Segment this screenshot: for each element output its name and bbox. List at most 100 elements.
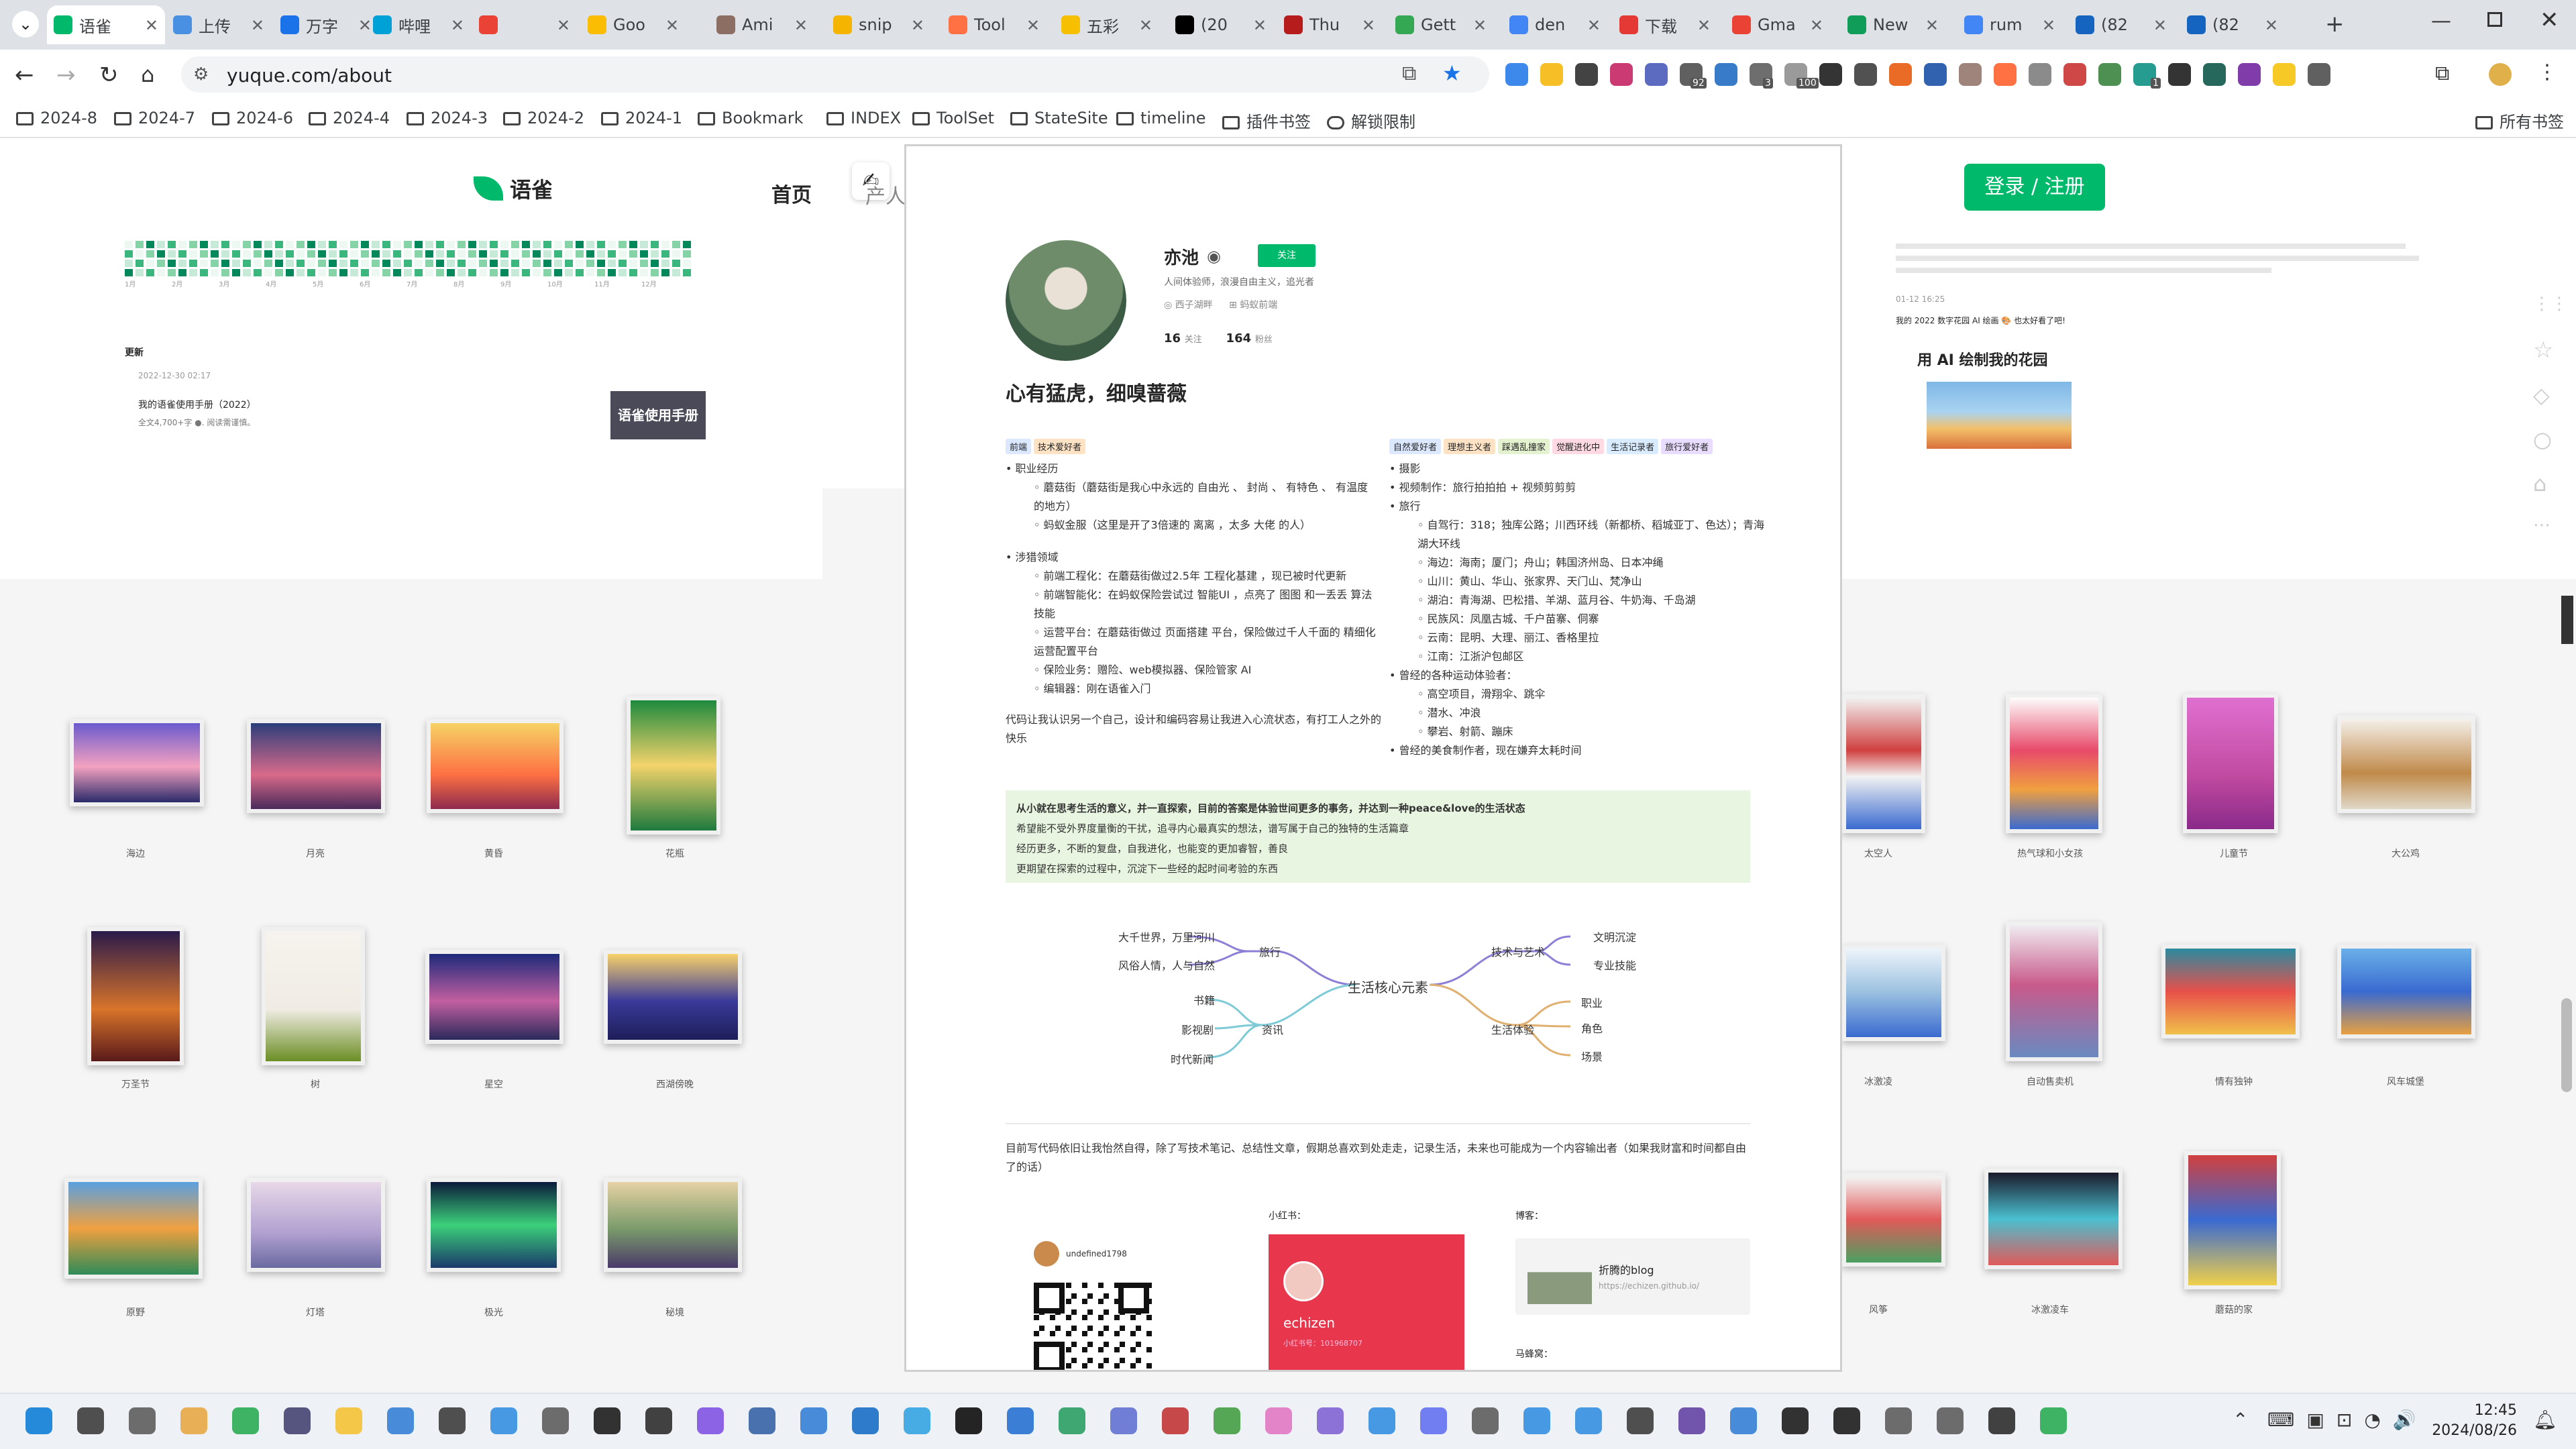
painting-right-0[interactable] xyxy=(1842,694,1925,833)
bookmark-10[interactable]: StateSite xyxy=(1010,109,1108,127)
taskbar-app-icon-5[interactable] xyxy=(284,1407,311,1434)
tab-15[interactable]: Gma ✕ xyxy=(1725,5,1830,44)
bookmark-0[interactable]: 2024-8 xyxy=(16,109,97,127)
taskbar-app-icon-14[interactable] xyxy=(749,1407,775,1434)
painting-right-1[interactable] xyxy=(2006,694,2102,833)
doc-title[interactable]: 我的语雀使用手册（2022） xyxy=(138,398,256,411)
extension-icon-22[interactable] xyxy=(2273,63,2296,86)
painting-left-10[interactable] xyxy=(427,1178,561,1272)
extension-icon-6[interactable] xyxy=(1715,63,1737,86)
extension-icon-2[interactable] xyxy=(1575,63,1598,86)
taskbar-app-icon-18[interactable] xyxy=(955,1407,982,1434)
home-button[interactable]: ⌂ xyxy=(141,62,154,87)
taskbar-app-icon-30[interactable] xyxy=(1575,1407,1602,1434)
tab-17[interactable]: rum ✕ xyxy=(1957,5,2062,44)
chrome-menu-icon[interactable]: ⋮ xyxy=(2537,60,2557,84)
bookmark-7[interactable]: Bookmark xyxy=(698,109,804,127)
taskbar-app-icon-24[interactable] xyxy=(1265,1407,1292,1434)
extension-icon-12[interactable] xyxy=(1924,63,1947,86)
tab-2[interactable]: 万字 ✕ xyxy=(274,5,378,44)
taskbar-app-icon-35[interactable] xyxy=(1833,1407,1860,1434)
taskbar-app-icon-28[interactable] xyxy=(1472,1407,1499,1434)
minimize-button[interactable]: — xyxy=(2431,9,2451,33)
tab-0[interactable]: 语雀 ✕ xyxy=(47,5,165,44)
painting-left-7[interactable] xyxy=(604,950,742,1044)
login-register-button[interactable]: 登录 / 注册 xyxy=(1964,164,2105,211)
tab-close-icon[interactable]: ✕ xyxy=(665,16,679,35)
tab-close-icon[interactable]: ✕ xyxy=(794,16,808,35)
extension-icon-19[interactable] xyxy=(2168,63,2191,86)
extension-icon-23[interactable] xyxy=(2308,63,2330,86)
taskbar-app-icon-11[interactable] xyxy=(594,1407,621,1434)
painting-right-3[interactable] xyxy=(2337,715,2475,813)
tab-close-icon[interactable]: ✕ xyxy=(1697,16,1711,35)
tab-5[interactable]: Goo ✕ xyxy=(581,5,686,44)
all-bookmarks[interactable]: 所有书签 xyxy=(2475,109,2564,132)
nav-partial[interactable]: 产人 xyxy=(865,180,906,209)
yuque-logo[interactable]: 语雀 xyxy=(474,173,553,204)
painting-right-8[interactable] xyxy=(1842,1173,1945,1267)
blog-card[interactable]: 折腾的blog https://echizen.github.io/ xyxy=(1515,1238,1750,1315)
home-icon[interactable]: ⌂ xyxy=(2533,471,2560,496)
comment-icon[interactable]: ○ xyxy=(2533,427,2560,452)
tab-close-icon[interactable]: ✕ xyxy=(1925,16,1939,35)
extension-icon-15[interactable] xyxy=(2029,63,2051,86)
bookmark-5[interactable]: 2024-2 xyxy=(503,109,584,127)
painting-left-4[interactable] xyxy=(87,927,184,1065)
taskbar-app-icon-0[interactable] xyxy=(25,1407,52,1434)
taskbar-app-icon-2[interactable] xyxy=(129,1407,156,1434)
taskbar-app-icon-31[interactable] xyxy=(1627,1407,1654,1434)
install-app-icon[interactable]: ⧉ xyxy=(1402,62,1416,85)
tab-close-icon[interactable]: ✕ xyxy=(2265,16,2278,35)
taskbar-app-icon-33[interactable] xyxy=(1730,1407,1757,1434)
followers-count[interactable]: 164 xyxy=(1226,331,1252,345)
tray-chevron-icon[interactable]: ⌃ xyxy=(2233,1409,2248,1431)
tab-12[interactable]: Gett ✕ xyxy=(1389,5,1493,44)
tab-close-icon[interactable]: ✕ xyxy=(2153,16,2167,35)
tab-1[interactable]: 上传 ✕ xyxy=(166,5,271,44)
taskbar-app-icon-13[interactable] xyxy=(697,1407,724,1434)
star-icon[interactable]: ☆ xyxy=(2533,337,2560,364)
bookmark-star-icon[interactable]: ★ xyxy=(1442,60,1462,86)
taskbar-app-icon-26[interactable] xyxy=(1368,1407,1395,1434)
tab-19[interactable]: (82 ✕ xyxy=(2180,5,2285,44)
extension-icon-3[interactable] xyxy=(1610,63,1633,86)
taskbar-app-icon-23[interactable] xyxy=(1214,1407,1240,1434)
bookmark-9[interactable]: ToolSet xyxy=(912,109,994,127)
page-scrollbar[interactable] xyxy=(2561,998,2572,1092)
taskbar-app-icon-12[interactable] xyxy=(645,1407,672,1434)
taskbar-app-icon-4[interactable] xyxy=(232,1407,259,1434)
taskbar-app-icon-34[interactable] xyxy=(1782,1407,1809,1434)
back-button[interactable]: ← xyxy=(15,62,34,89)
taskbar-app-icon-19[interactable] xyxy=(1007,1407,1034,1434)
more-icon[interactable]: ⋯ xyxy=(2533,515,2560,535)
extension-icon-14[interactable] xyxy=(1994,63,2017,86)
bookmark-4[interactable]: 2024-3 xyxy=(407,109,488,127)
extension-icon-4[interactable] xyxy=(1645,63,1668,86)
taskbar-app-icon-3[interactable] xyxy=(180,1407,207,1434)
new-tab-button[interactable]: + xyxy=(2325,11,2345,38)
painting-left-3[interactable] xyxy=(627,696,720,835)
bookmark-2[interactable]: 2024-6 xyxy=(212,109,293,127)
tab-14[interactable]: 下载 ✕ xyxy=(1613,5,1717,44)
taskbar-app-icon-16[interactable] xyxy=(852,1407,879,1434)
extension-icon-10[interactable] xyxy=(1854,63,1877,86)
tab-close-icon[interactable]: ✕ xyxy=(251,16,264,35)
painting-left-8[interactable] xyxy=(64,1178,203,1279)
bookmark-8[interactable]: INDEX xyxy=(826,109,901,127)
address-bar[interactable]: ⚙ yuque.com/about ⧉ ★ xyxy=(181,56,1489,93)
tab-3[interactable]: 哔哩 ✕ xyxy=(366,5,471,44)
garden-title[interactable]: 用 AI 绘制我的花园 xyxy=(1917,348,2048,370)
close-window-button[interactable]: ✕ xyxy=(2540,7,2559,34)
wechat-qr-code[interactable] xyxy=(1034,1283,1152,1370)
painting-right-5[interactable] xyxy=(2006,922,2102,1061)
taskbar-app-icon-29[interactable] xyxy=(1523,1407,1550,1434)
bookmark-1[interactable]: 2024-7 xyxy=(114,109,195,127)
taskbar-app-icon-10[interactable] xyxy=(542,1407,569,1434)
site-info-icon[interactable]: ⚙ xyxy=(193,64,209,85)
extension-icon-9[interactable] xyxy=(1819,63,1842,86)
bookmark-11[interactable]: timeline xyxy=(1116,109,1206,127)
painting-left-11[interactable] xyxy=(604,1178,742,1272)
taskbar-app-icon-8[interactable] xyxy=(439,1407,466,1434)
following-count[interactable]: 16 xyxy=(1164,331,1181,345)
